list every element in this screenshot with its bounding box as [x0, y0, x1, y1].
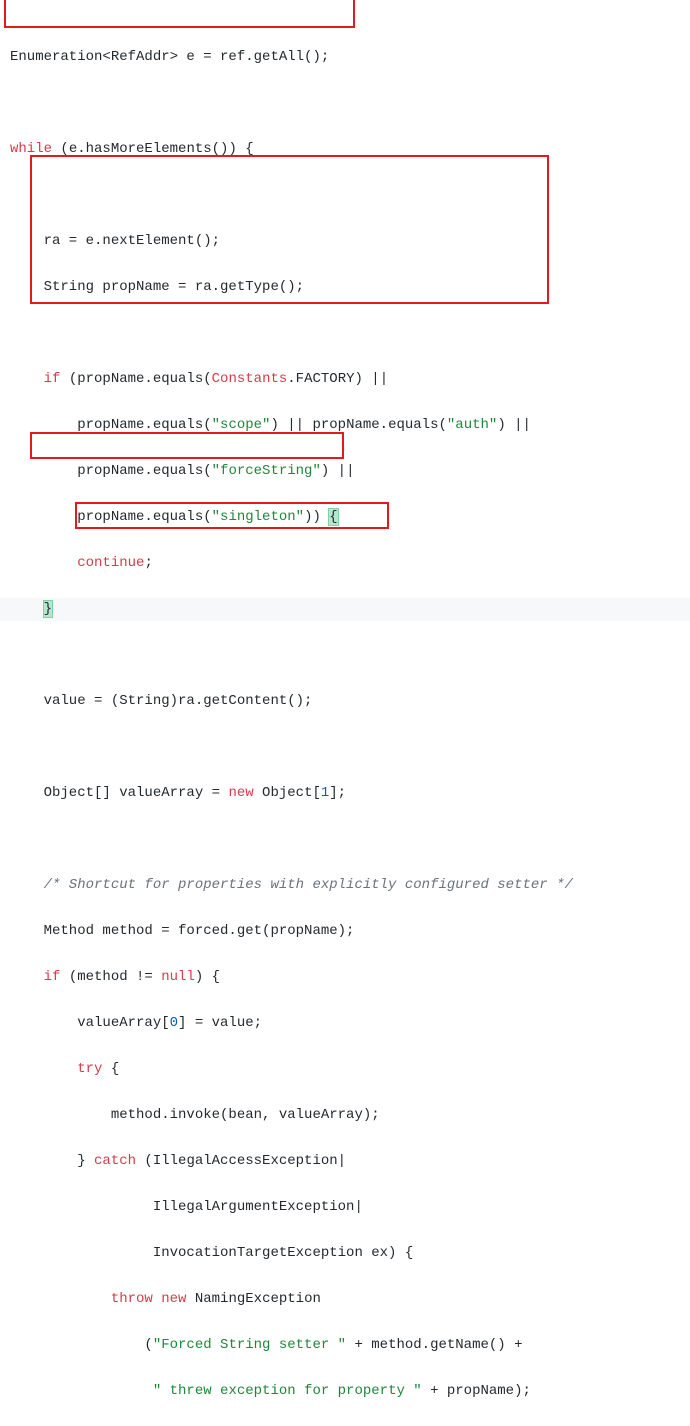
keyword: throw new	[111, 1291, 187, 1307]
number-literal: 0	[170, 1015, 178, 1031]
code-line: method.invoke(bean, valueArray);	[0, 1104, 690, 1127]
code-text	[10, 1061, 77, 1077]
code-text: (	[10, 1337, 153, 1353]
code-text	[10, 1291, 111, 1307]
code-text: method.invoke(bean, valueArray);	[10, 1107, 380, 1123]
code-text: (propName.equals(	[60, 371, 211, 387]
code-text: value = (String)ra.getContent();	[10, 693, 312, 709]
code-line: String propName = ra.getType();	[0, 276, 690, 299]
code-text: IllegalArgumentException|	[10, 1199, 363, 1215]
code-text: }	[10, 1153, 94, 1169]
string-literal: "singleton"	[212, 509, 304, 525]
code-text: ra = e.nextElement();	[10, 233, 220, 249]
code-text: NamingException	[186, 1291, 320, 1307]
code-text: InvocationTargetException ex) {	[10, 1245, 413, 1261]
code-line: continue;	[0, 552, 690, 575]
code-text: Method method = forced.get(propName);	[10, 923, 354, 939]
code-text: ))	[304, 509, 329, 525]
code-text: ) || propName.equals(	[270, 417, 446, 433]
code-text: {	[102, 1061, 119, 1077]
code-text: Object[] valueArray =	[10, 785, 228, 801]
code-line: /* Shortcut for properties with explicit…	[0, 874, 690, 897]
code-line: throw new NamingException	[0, 1288, 690, 1311]
keyword: catch	[94, 1153, 136, 1169]
code-line: Method method = forced.get(propName);	[0, 920, 690, 943]
code-line	[0, 644, 690, 667]
code-text: propName.equals(	[10, 509, 212, 525]
string-literal: "scope"	[212, 417, 271, 433]
code-text: (IllegalAccessException|	[136, 1153, 346, 1169]
string-literal: "forceString"	[212, 463, 321, 479]
code-text	[10, 969, 44, 985]
keyword: null	[161, 969, 195, 985]
code-line	[0, 736, 690, 759]
code-text: propName.equals(	[10, 463, 212, 479]
keyword: continue	[77, 555, 144, 571]
code-text: ;	[144, 555, 152, 571]
comment: /* Shortcut for properties with explicit…	[10, 877, 573, 893]
keyword: while	[10, 141, 52, 157]
code-text: ];	[329, 785, 346, 801]
class-ref: Constants	[212, 371, 288, 387]
code-text: .FACTORY) ||	[287, 371, 388, 387]
code-text: ] = value;	[178, 1015, 262, 1031]
code-text: (e.hasMoreElements()) {	[52, 141, 254, 157]
code-text: propName.equals(	[10, 417, 212, 433]
code-text	[10, 371, 44, 387]
string-literal: " threw exception for property "	[153, 1383, 422, 1399]
code-line-active: }	[0, 598, 690, 621]
code-text: Enumeration<RefAddr> e = ref.getAll();	[10, 49, 329, 65]
keyword: if	[44, 969, 61, 985]
code-line	[0, 92, 690, 115]
code-line: try {	[0, 1058, 690, 1081]
number-literal: 1	[321, 785, 329, 801]
code-text: + method.getName() +	[346, 1337, 522, 1353]
code-line: } catch (IllegalAccessException|	[0, 1150, 690, 1173]
code-line: if (propName.equals(Constants.FACTORY) |…	[0, 368, 690, 391]
code-text: ) ||	[321, 463, 355, 479]
code-line: propName.equals("scope") || propName.equ…	[0, 414, 690, 437]
keyword: new	[228, 785, 253, 801]
code-line: IllegalArgumentException|	[0, 1196, 690, 1219]
code-line: propName.equals("singleton")) {	[0, 506, 690, 529]
brace-highlight: {	[329, 509, 337, 525]
code-line	[0, 184, 690, 207]
keyword: try	[77, 1061, 102, 1077]
code-line: ra = e.nextElement();	[0, 230, 690, 253]
code-text	[10, 555, 77, 571]
code-text: String propName = ra.getType();	[10, 279, 304, 295]
code-block: Enumeration<RefAddr> e = ref.getAll(); w…	[0, 0, 690, 1426]
code-line: while (e.hasMoreElements()) {	[0, 138, 690, 161]
code-text: (method !=	[60, 969, 161, 985]
code-line: value = (String)ra.getContent();	[0, 690, 690, 713]
code-line: Object[] valueArray = new Object[1];	[0, 782, 690, 805]
brace-highlight: }	[44, 601, 52, 617]
code-text: ) ||	[497, 417, 531, 433]
highlight-box-1	[4, 0, 355, 28]
code-line	[0, 828, 690, 851]
keyword: if	[44, 371, 61, 387]
code-text: Object[	[254, 785, 321, 801]
string-literal: "Forced String setter "	[153, 1337, 346, 1353]
code-text: + propName);	[422, 1383, 531, 1399]
code-text: ) {	[195, 969, 220, 985]
code-text: valueArray[	[10, 1015, 170, 1031]
code-line: Enumeration<RefAddr> e = ref.getAll();	[0, 46, 690, 69]
code-line: " threw exception for property " + propN…	[0, 1380, 690, 1403]
code-line: ("Forced String setter " + method.getNam…	[0, 1334, 690, 1357]
text-cursor	[52, 601, 53, 617]
code-line: valueArray[0] = value;	[0, 1012, 690, 1035]
code-text	[10, 1383, 153, 1399]
string-literal: "auth"	[447, 417, 497, 433]
code-line: InvocationTargetException ex) {	[0, 1242, 690, 1265]
code-line	[0, 322, 690, 345]
code-line: propName.equals("forceString") ||	[0, 460, 690, 483]
code-line: if (method != null) {	[0, 966, 690, 989]
